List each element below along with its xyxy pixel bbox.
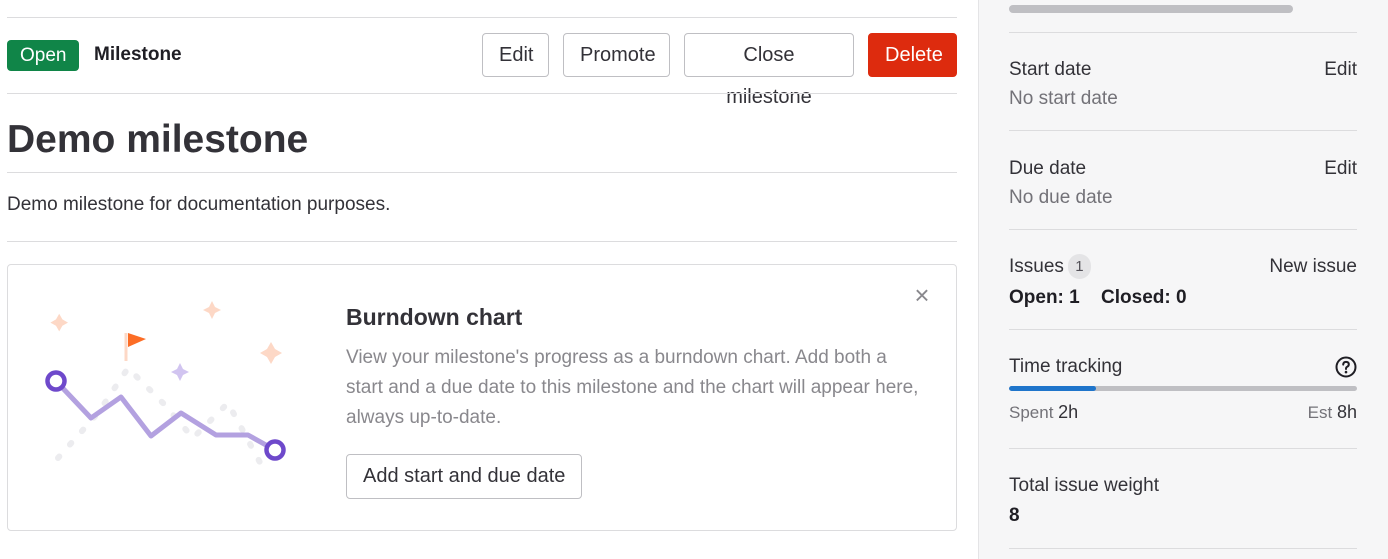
time-tracking-label: Time tracking <box>1009 356 1123 377</box>
burndown-illustration-icon <box>45 301 286 471</box>
start-date-label: Start date <box>1009 59 1092 80</box>
add-start-and-due-date-button[interactable]: Add start and due date <box>346 454 583 499</box>
time-tracking-progress <box>1009 386 1357 391</box>
close-milestone-button[interactable]: Close milestone <box>684 33 854 108</box>
delete-button[interactable]: Delete <box>868 33 957 77</box>
time-estimate-label: Est <box>1307 403 1333 422</box>
main-content: Open Milestone Edit Promote Close milest… <box>0 0 980 559</box>
divider <box>7 93 957 94</box>
closed-issues-count[interactable]: Closed: 0 <box>1101 287 1187 308</box>
start-date-value: No start date <box>1009 88 1118 109</box>
time-estimate: Est 8h <box>1308 402 1357 423</box>
divider <box>7 172 957 173</box>
milestone-header: Open Milestone Edit Promote Close milest… <box>7 33 957 108</box>
time-spent-label: Spent <box>1009 403 1054 422</box>
open-issues-count[interactable]: Open: 1 <box>1009 287 1080 308</box>
total-weight-value: 8 <box>1009 505 1020 526</box>
divider <box>1009 548 1357 549</box>
total-weight-label: Total issue weight <box>1009 475 1159 496</box>
burndown-description: View your milestone's progress as a burn… <box>346 347 919 428</box>
time-tracking-progress-fill <box>1009 386 1096 391</box>
issues-count-badge: 1 <box>1067 254 1091 279</box>
divider <box>1009 229 1357 230</box>
due-date-edit-link[interactable]: Edit <box>1324 158 1357 180</box>
milestone-description: Demo milestone for documentation purpose… <box>7 194 391 215</box>
time-estimate-value: 8h <box>1336 402 1357 422</box>
due-date-value: No due date <box>1009 187 1113 208</box>
issues-label-text: Issues <box>1009 256 1064 277</box>
close-icon[interactable]: × <box>910 282 934 308</box>
divider <box>1009 32 1357 33</box>
time-spent-value: 2h <box>1058 402 1079 422</box>
due-date-label: Due date <box>1009 158 1087 179</box>
issues-label: Issues 1 <box>1009 254 1091 279</box>
time-spent: Spent 2h <box>1009 402 1078 423</box>
new-issue-link[interactable]: New issue <box>1269 256 1357 278</box>
header-type-label: Milestone <box>94 44 182 65</box>
divider <box>7 17 957 18</box>
milestone-sidebar: Start date Edit No start date Due date E… <box>978 0 1388 559</box>
divider <box>1009 329 1357 330</box>
burndown-heading: Burndown chart <box>346 304 523 330</box>
start-date-edit-link[interactable]: Edit <box>1324 59 1357 81</box>
divider <box>7 241 957 242</box>
page-title: Demo milestone <box>7 118 309 161</box>
divider <box>1009 448 1357 449</box>
status-badge: Open <box>7 40 80 71</box>
burndown-chart-card: Burndown chart View your milestone's pro… <box>7 264 957 531</box>
issue-stats: Open: 1 Closed: 0 <box>1009 287 1203 309</box>
divider <box>1009 130 1357 131</box>
promote-button[interactable]: Promote <box>563 33 670 77</box>
edit-button[interactable]: Edit <box>482 33 549 77</box>
milestone-progress-bar <box>1009 5 1293 13</box>
question-circle-icon[interactable] <box>1335 356 1357 378</box>
